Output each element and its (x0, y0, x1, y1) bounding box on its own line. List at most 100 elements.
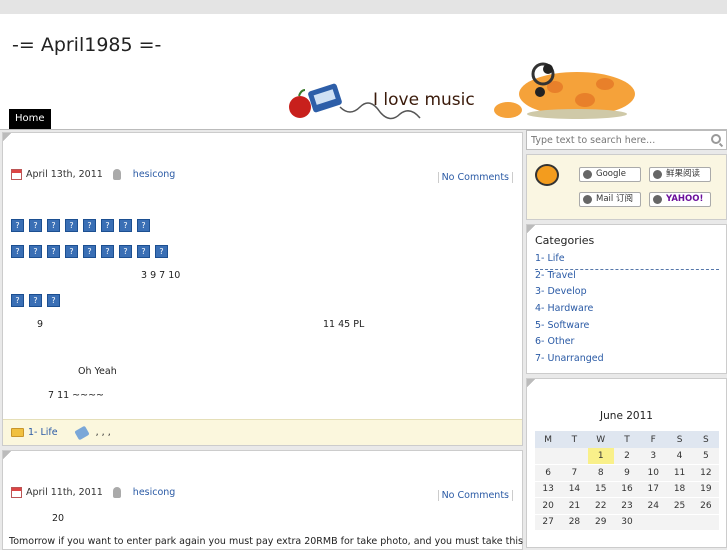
post-author[interactable]: hesicong (133, 169, 176, 180)
post-date: April 13th, 2011 (26, 169, 103, 180)
main-content: April 13th, 2011 hesicong No Comments ? … (0, 130, 565, 550)
weekday: T (561, 431, 588, 448)
tags-list: , , , (95, 427, 111, 438)
svg-text:I love music: I love music (373, 90, 475, 110)
text-fragment: 3 9 7 10 (141, 270, 181, 281)
glyph-row-2: ? ? ? ? ? ? ? ? ? (11, 245, 168, 258)
feed-subscriptions: Google 鲜果阅读 Mail 订阅 YAHOO! (526, 154, 727, 220)
calendar-day: 6 (535, 464, 562, 482)
calendar-week: 6 7 8 9 10 11 12 (535, 464, 719, 482)
search-icon[interactable] (711, 134, 721, 144)
missing-glyph: ? (65, 245, 78, 258)
calendar-week: 27 28 29 30 (535, 514, 719, 531)
calendar-day: 4 (666, 448, 693, 465)
calendar-day: 22 (587, 497, 614, 515)
weekday: S (692, 431, 719, 448)
search-input[interactable] (531, 133, 701, 147)
post-author[interactable]: hesicong (133, 487, 176, 498)
calendar-day: 2 (613, 448, 641, 465)
calendar-icon (11, 169, 22, 180)
post-body: Tomorrow if you want to enter park again… (9, 536, 565, 547)
calendar-day: 7 (561, 464, 588, 482)
tag-icon (73, 425, 90, 440)
missing-glyph: ? (47, 219, 60, 232)
calendar-day: 12 (692, 464, 719, 482)
calendar-day: 11 (666, 464, 693, 482)
calendar-day: 25 (666, 497, 693, 515)
post-footer: 1- Life , , , (3, 419, 522, 445)
text-fragment: 11 45 PL (323, 319, 365, 330)
post-april-11: April 11th, 2011 hesicong No Comments 20… (2, 450, 565, 550)
text-fragment: Oh Yeah (78, 366, 117, 377)
author-icon (112, 487, 121, 498)
i-love-music-banner: I love music (289, 62, 635, 120)
home-nav-button[interactable]: Home (9, 109, 51, 129)
missing-glyph: ? (137, 219, 150, 232)
calendar-day-today: 1 (587, 448, 614, 465)
calendar-day: 27 (535, 514, 562, 531)
category-unarranged[interactable]: 7- Unarranged (535, 353, 719, 370)
missing-glyph: ? (137, 245, 150, 258)
google-reader-button[interactable]: Google (579, 167, 641, 182)
category-hardware[interactable]: 4- Hardware (535, 303, 719, 320)
post-meta: April 11th, 2011 hesicong (11, 487, 175, 498)
missing-glyph: ? (119, 245, 132, 258)
calendar-day: 29 (587, 514, 614, 531)
corner-fold (527, 379, 536, 388)
weekday: W (587, 431, 614, 448)
category-link[interactable]: 1- Life (28, 427, 58, 438)
calendar-day: 18 (666, 481, 693, 498)
missing-glyph: ? (83, 219, 96, 232)
category-life[interactable]: 1- Life (535, 253, 719, 270)
missing-glyph: ? (155, 245, 168, 258)
category-travel[interactable]: 2- Travel (535, 270, 719, 287)
missing-glyph: ? (119, 219, 132, 232)
calendar-day (692, 514, 719, 531)
comments-link[interactable]: No Comments (437, 490, 513, 501)
categories-panel: Categories 1- Life 2- Travel 3- Develop … (526, 224, 727, 374)
calendar-day: 28 (561, 514, 588, 531)
site-title[interactable]: -= April1985 =- (12, 34, 161, 56)
mail-subscribe-button[interactable]: Mail 订阅 (579, 192, 641, 207)
site-header: -= April1985 =- I love music Home (0, 0, 727, 130)
post-meta: April 13th, 2011 hesicong (11, 169, 175, 180)
comments-link[interactable]: No Comments (437, 172, 513, 183)
text-fragment: 20 (52, 513, 65, 524)
weekday: T (613, 431, 641, 448)
rss-feed-icon[interactable] (535, 164, 559, 186)
calendar-day: 8 (587, 464, 614, 482)
missing-glyph: ? (83, 245, 96, 258)
calendar-week: 13 14 15 16 17 18 19 (535, 481, 719, 498)
calendar-day: 5 (692, 448, 719, 465)
weekday: S (666, 431, 693, 448)
calendar-day: 14 (561, 481, 588, 498)
missing-glyph: ? (47, 294, 60, 307)
calendar-table: M T W T F S S 1 2 3 4 5 6 7 8 9 10 11 12… (535, 431, 719, 531)
folder-icon (11, 428, 24, 437)
missing-glyph: ? (29, 219, 42, 232)
categories-title: Categories (535, 234, 595, 247)
missing-glyph: ? (11, 294, 24, 307)
categories-list: 1- Life 2- Travel 3- Develop 4- Hardware… (535, 253, 719, 370)
calendar-day: 19 (692, 481, 719, 498)
missing-glyph: ? (11, 219, 24, 232)
category-software[interactable]: 5- Software (535, 320, 719, 337)
calendar-day (640, 514, 667, 531)
calendar-day: 23 (613, 497, 641, 515)
calendar-day (535, 448, 562, 465)
post-april-13: April 13th, 2011 hesicong No Comments ? … (2, 132, 523, 446)
category-other[interactable]: 6- Other (535, 336, 719, 353)
xianguo-reader-button[interactable]: 鲜果阅读 (649, 167, 711, 182)
category-develop[interactable]: 3- Develop (535, 286, 719, 303)
calendar-day (561, 448, 588, 465)
author-icon (112, 169, 121, 180)
calendar-month: June 2011 (600, 410, 653, 422)
glyph-row-1: ? ? ? ? ? ? ? ? (11, 219, 150, 232)
calendar-week: 20 21 22 23 24 25 26 (535, 497, 719, 515)
calendar-day: 13 (535, 481, 562, 498)
post-date: April 11th, 2011 (26, 487, 103, 498)
calendar-day: 24 (640, 497, 667, 515)
yahoo-subscribe-button[interactable]: YAHOO! (649, 192, 711, 207)
weekday: M (535, 431, 562, 448)
calendar-day: 26 (692, 497, 719, 515)
